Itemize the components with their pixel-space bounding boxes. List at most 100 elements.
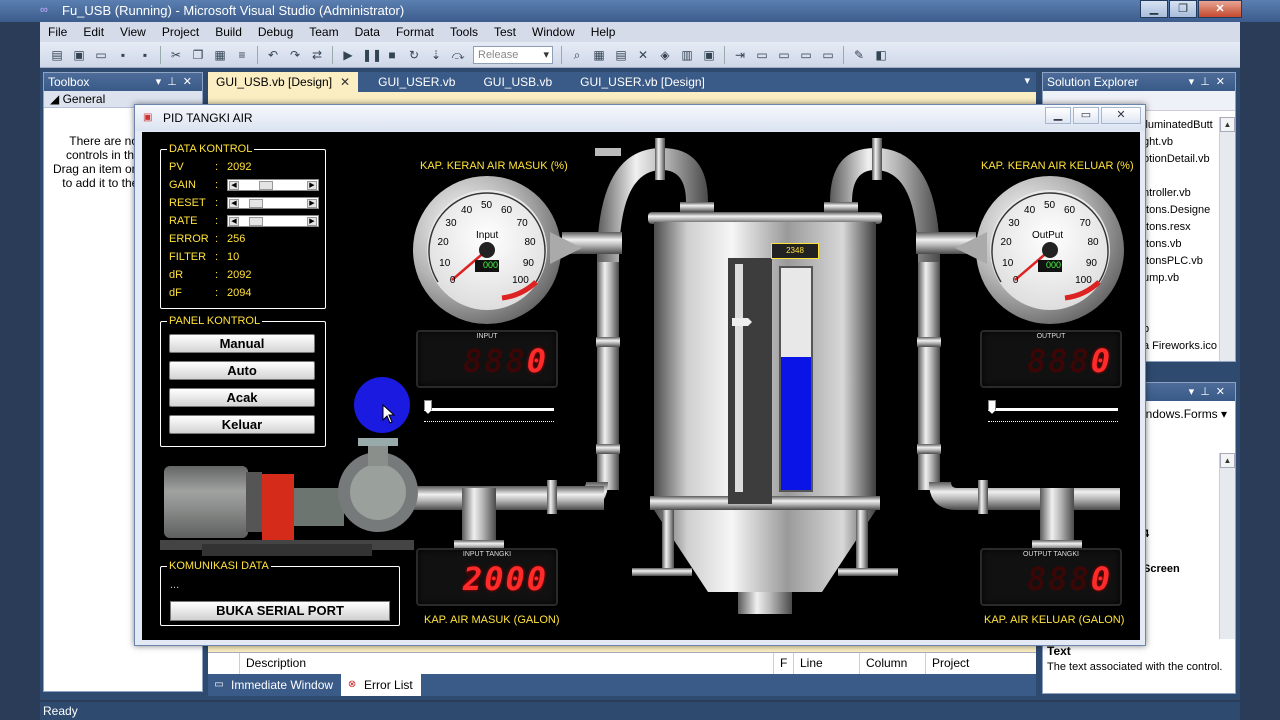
menu-help[interactable]: Help — [583, 25, 624, 39]
menu-debug[interactable]: Debug — [250, 25, 301, 39]
tree-item[interactable]: ttonsPLC.vb — [1143, 253, 1217, 270]
restart-icon[interactable]: ↻ — [406, 47, 422, 63]
form-close-button[interactable]: ✕ — [1101, 107, 1141, 124]
gain-scrollbar[interactable]: ◀ ▶ — [227, 179, 319, 191]
panel-pin-close-icon[interactable]: ▾⊥✕ — [1189, 73, 1231, 91]
menu-file[interactable]: File — [40, 25, 75, 39]
scroll-up-icon[interactable]: ▲ — [1220, 117, 1235, 132]
tools-icon[interactable]: ✕ — [635, 47, 651, 63]
tree-item[interactable] — [1143, 287, 1217, 304]
layout-icon[interactable]: ▭ — [776, 47, 792, 63]
properties-icon[interactable]: ▤ — [613, 47, 629, 63]
step-over-icon[interactable]: ⤼ — [450, 47, 466, 63]
manual-button[interactable]: Manual — [169, 334, 315, 353]
tab-dropdown-icon[interactable]: ▾ — [1024, 74, 1030, 87]
pause-icon[interactable]: ❚❚ — [362, 47, 382, 63]
step-into-icon[interactable]: ⇣ — [428, 47, 444, 63]
tree-item[interactable] — [1143, 304, 1217, 321]
copy-icon[interactable]: ❐ — [190, 47, 206, 63]
tree-item[interactable]: ttons.Designe — [1143, 202, 1217, 219]
open-serial-port-button[interactable]: BUKA SERIAL PORT — [170, 601, 390, 621]
save-all-icon[interactable]: ▪ — [137, 47, 153, 63]
close-button[interactable]: ✕ — [1198, 0, 1242, 18]
menu-format[interactable]: Format — [388, 25, 442, 39]
rate-scrollbar[interactable]: ◀ ▶ — [227, 215, 319, 227]
keluar-button[interactable]: Keluar — [169, 415, 315, 434]
panel-pin-close-icon[interactable]: ▾⊥✕ — [1189, 383, 1231, 401]
slider-knob[interactable] — [424, 400, 432, 414]
tab-gui-usb-design[interactable]: GUI_USB.vb [Design] ✕ — [208, 72, 359, 92]
column-line[interactable]: Line — [794, 653, 860, 674]
object-browser-icon[interactable]: ◈ — [657, 47, 673, 63]
properties-scrollbar[interactable]: ▲ — [1219, 453, 1235, 639]
tree-item[interactable]: ntroller.vb — [1143, 185, 1217, 202]
options-icon[interactable]: ◧ — [873, 47, 889, 63]
undo-icon[interactable]: ↶ — [265, 47, 281, 63]
menu-data[interactable]: Data — [347, 25, 388, 39]
redo-icon[interactable]: ↷ — [287, 47, 303, 63]
find-icon[interactable]: ⌕ — [569, 47, 585, 63]
restore-button[interactable]: ❐ — [1169, 0, 1197, 18]
add-item-icon[interactable]: ▣ — [71, 47, 87, 63]
error-list-icon-col[interactable] — [208, 653, 240, 674]
layout-icon[interactable]: ▭ — [798, 47, 814, 63]
navigate-icon[interactable]: ⇄ — [309, 47, 325, 63]
comment-icon[interactable]: ≡ — [234, 47, 250, 63]
scroll-up-icon[interactable]: ▲ — [1220, 453, 1235, 468]
align-icon[interactable]: ⇥ — [732, 47, 748, 63]
menu-build[interactable]: Build — [207, 25, 250, 39]
tab-gui-user-design[interactable]: GUI_USER.vb [Design] — [572, 72, 713, 92]
stop-icon[interactable]: ■ — [384, 47, 400, 63]
form-maximize-button[interactable]: ▭ — [1073, 107, 1099, 124]
form-minimize-button[interactable]: ▁ — [1045, 107, 1071, 124]
tree-item[interactable]: ght.vb — [1143, 134, 1217, 151]
menu-team[interactable]: Team — [301, 25, 346, 39]
column-description[interactable]: Description — [240, 653, 774, 674]
slider-knob[interactable] — [988, 400, 996, 414]
tab-gui-usb[interactable]: GUI_USB.vb — [475, 72, 560, 92]
column-project[interactable]: Project — [926, 653, 1026, 674]
cut-icon[interactable]: ✂ — [168, 47, 184, 63]
paste-icon[interactable]: ▦ — [212, 47, 228, 63]
new-project-icon[interactable]: ▤ — [49, 47, 65, 63]
input-valve-slider[interactable] — [424, 400, 554, 422]
tree-item[interactable]: ttons.resx — [1143, 219, 1217, 236]
auto-button[interactable]: Auto — [169, 361, 315, 380]
panel-pin-close-icon[interactable]: ▾⊥✕ — [156, 73, 198, 91]
tab-immediate-window[interactable]: ▭ Immediate Window — [208, 674, 341, 696]
menu-window[interactable]: Window — [524, 25, 583, 39]
solution-explorer-scrollbar[interactable]: ▲ — [1219, 117, 1235, 361]
property-value[interactable]: Screen — [1143, 563, 1180, 575]
tree-item[interactable]: ump.vb — [1143, 270, 1217, 287]
open-file-icon[interactable]: ▭ — [93, 47, 109, 63]
tree-item[interactable]: a Fireworks.ico — [1143, 338, 1217, 355]
solution-explorer-icon[interactable]: ▦ — [591, 47, 607, 63]
tree-item[interactable]: ttons.vb — [1143, 236, 1217, 253]
acak-button[interactable]: Acak — [169, 388, 315, 407]
tree-item[interactable]: b — [1143, 321, 1217, 338]
attach-icon[interactable]: ✎ — [851, 47, 867, 63]
menu-project[interactable]: Project — [154, 25, 207, 39]
solution-config-select[interactable]: Release — [473, 45, 553, 64]
properties-object-select[interactable]: indows.Forms ▾ — [1143, 407, 1227, 421]
column-file[interactable]: F — [774, 653, 794, 674]
minimize-button[interactable]: ▁ — [1140, 0, 1168, 18]
layout-icon[interactable]: ▭ — [754, 47, 770, 63]
tree-item[interactable]: otionDetail.vb — [1143, 151, 1217, 168]
menu-tools[interactable]: Tools — [442, 25, 486, 39]
tab-error-list[interactable]: ⊗ Error List — [341, 674, 421, 696]
menu-edit[interactable]: Edit — [75, 25, 112, 39]
output-valve-slider[interactable] — [988, 400, 1118, 422]
menu-test[interactable]: Test — [486, 25, 524, 39]
menu-view[interactable]: View — [112, 25, 154, 39]
toolbox-icon[interactable]: ▥ — [679, 47, 695, 63]
layout-icon[interactable]: ▭ — [820, 47, 836, 63]
close-tab-icon[interactable]: ✕ — [340, 75, 350, 89]
extension-icon[interactable]: ▣ — [701, 47, 717, 63]
tab-gui-user[interactable]: GUI_USER.vb — [370, 72, 463, 92]
save-icon[interactable]: ▪ — [115, 47, 131, 63]
column-column[interactable]: Column — [860, 653, 926, 674]
start-debug-icon[interactable]: ▶ — [340, 47, 356, 63]
tree-item[interactable]: lluminatedButt — [1143, 117, 1217, 134]
reset-scrollbar[interactable]: ◀ ▶ — [227, 197, 319, 209]
